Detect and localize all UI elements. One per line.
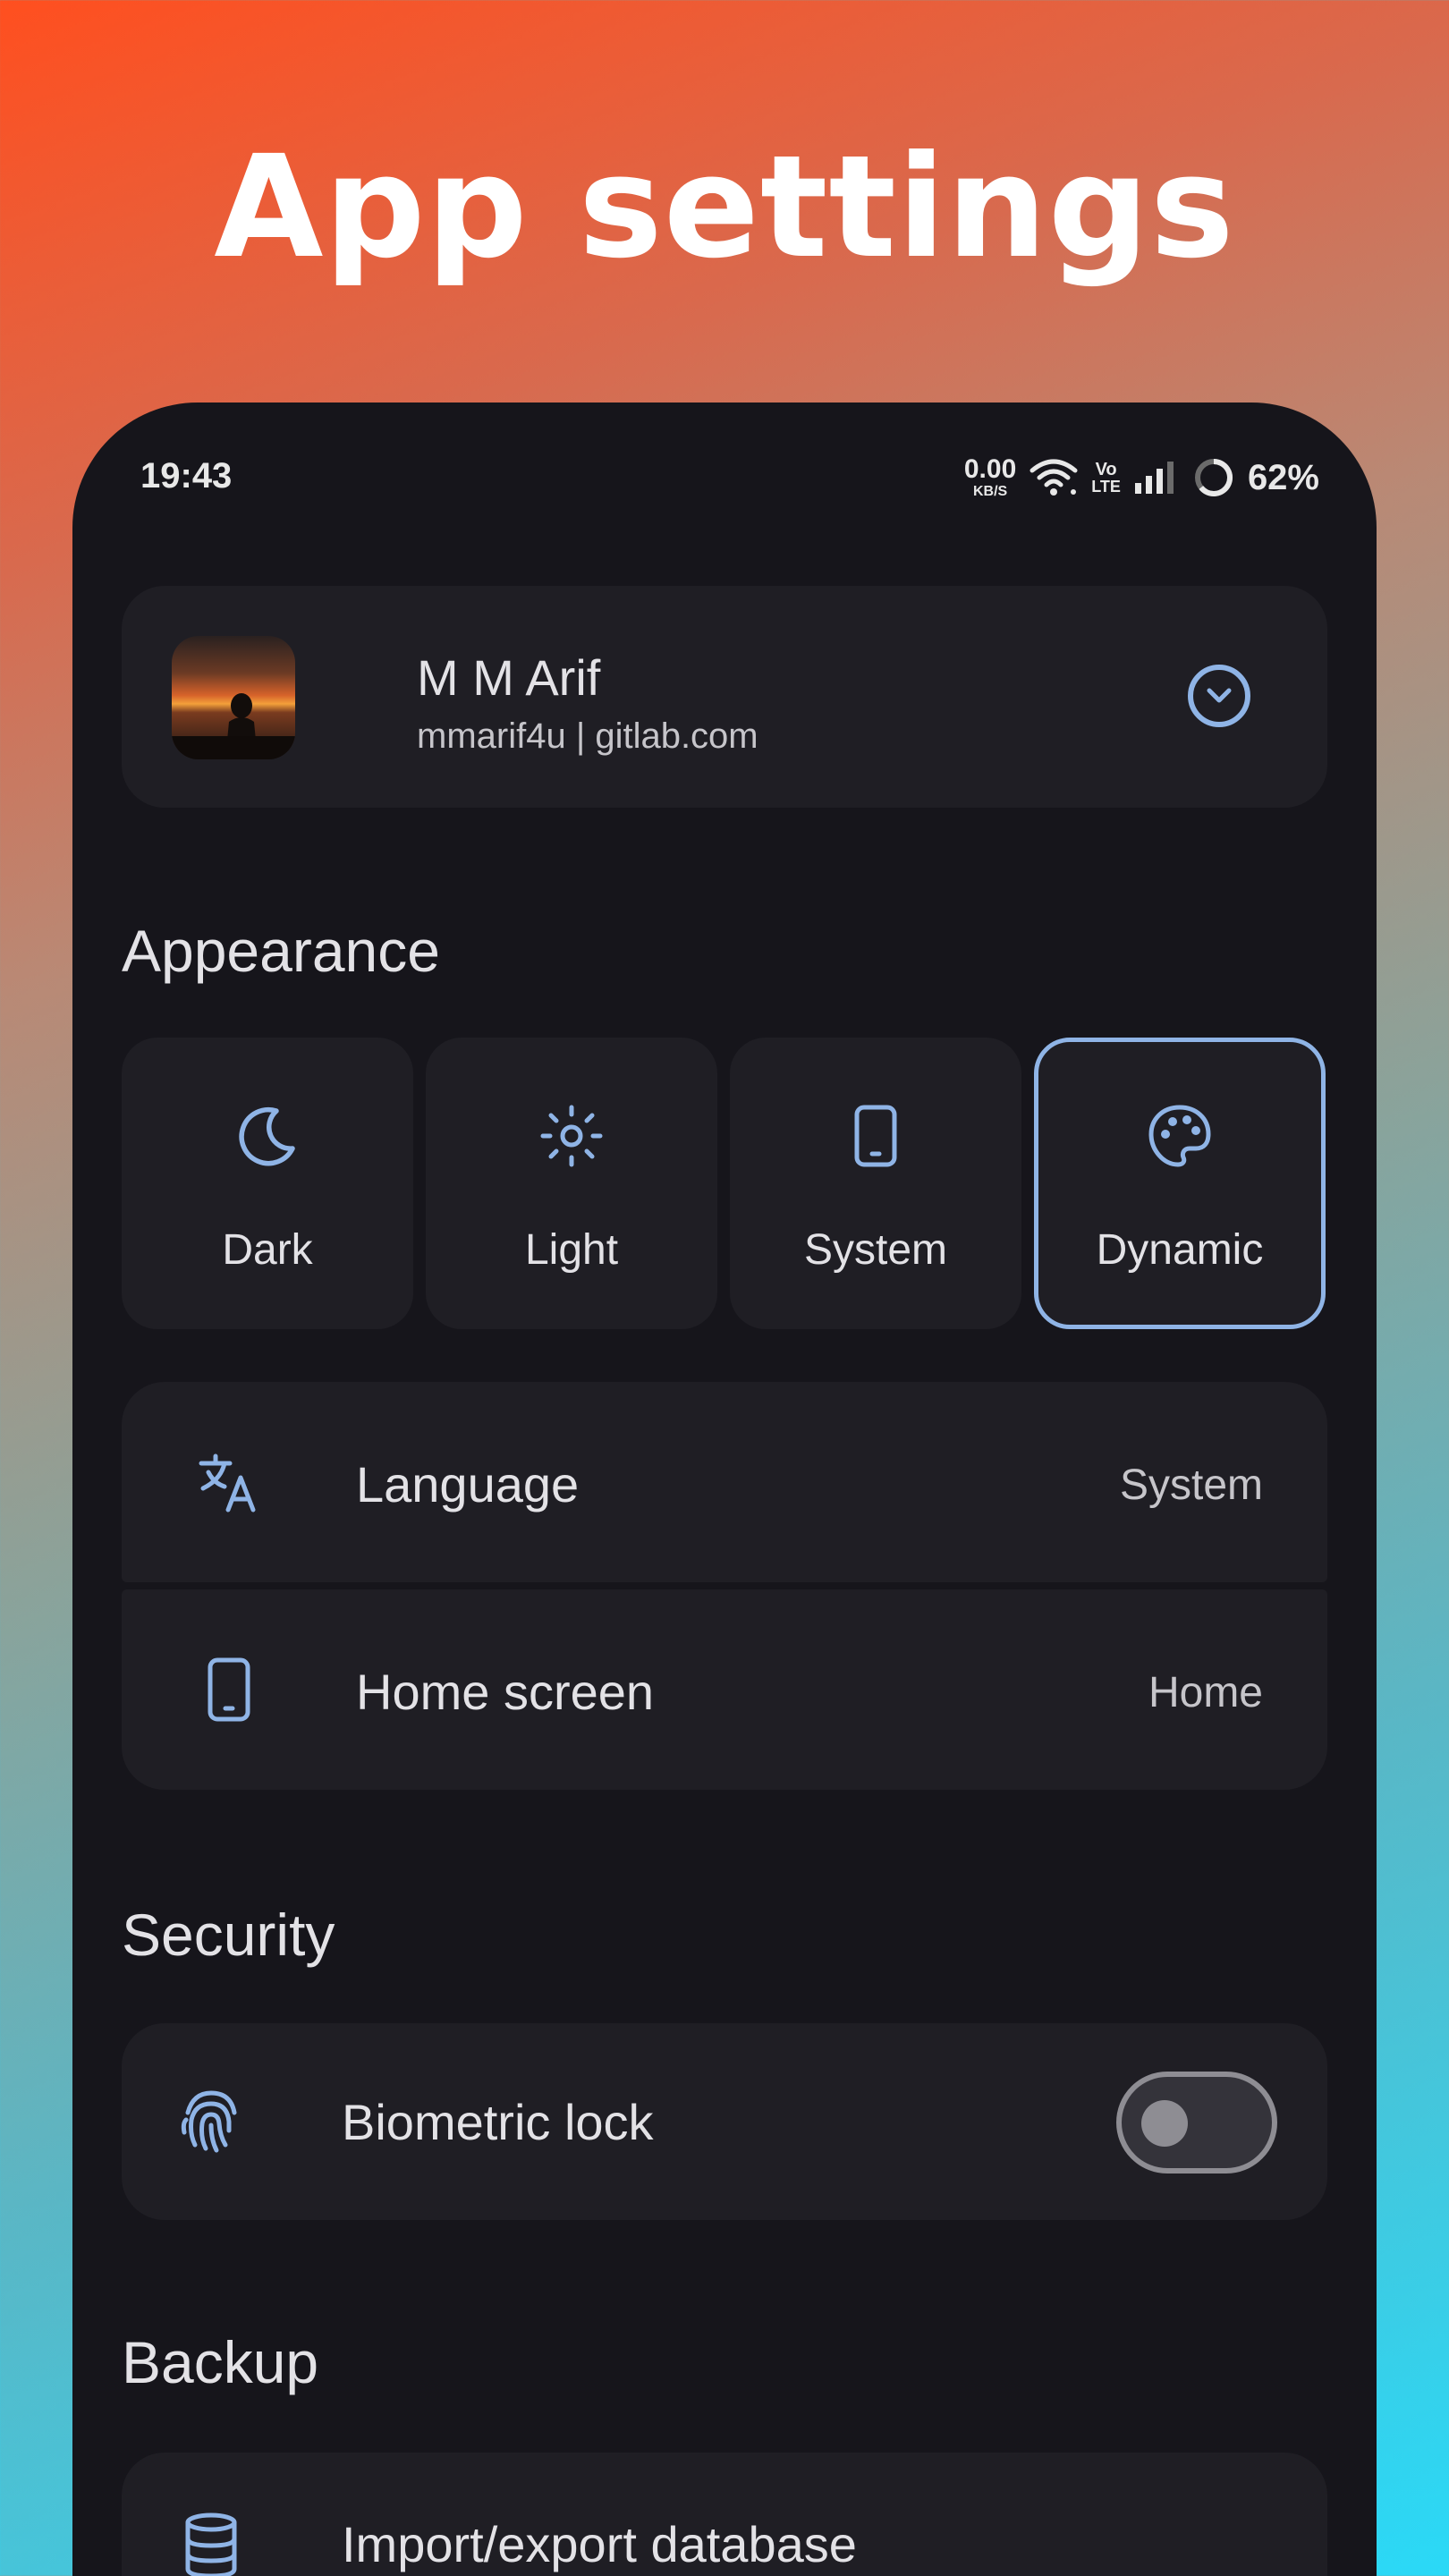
section-title-appearance: Appearance <box>122 918 440 984</box>
palette-icon <box>1148 1102 1212 1170</box>
theme-label-dark: Dark <box>222 1226 313 1274</box>
home-screen-setting[interactable]: Home screen Home <box>122 1589 1327 1790</box>
biometric-lock-toggle[interactable] <box>1116 2072 1277 2174</box>
network-speed-unit: KB/S <box>972 484 1008 499</box>
volte-indicator: Vo LTE <box>1091 461 1121 495</box>
network-speed: 0.00 KB/S <box>964 456 1016 499</box>
translate-icon <box>193 1445 265 1520</box>
volte-top: Vo <box>1095 460 1117 479</box>
database-icon <box>175 2508 247 2576</box>
home-screen-label: Home screen <box>356 1664 655 1720</box>
toggle-knob <box>1141 2100 1188 2147</box>
moon-icon <box>235 1102 300 1170</box>
theme-label-system: System <box>803 1226 948 1274</box>
status-icons: 0.00 KB/S Vo LTE 62% <box>964 453 1319 503</box>
account-subtitle: mmarif4u | gitlab.com <box>417 716 758 756</box>
volte-bottom: LTE <box>1091 478 1121 496</box>
network-speed-value: 0.00 <box>963 454 1017 484</box>
section-title-security: Security <box>122 1902 335 1968</box>
fingerprint-icon <box>175 2082 247 2157</box>
battery-ring-icon <box>1192 456 1235 499</box>
theme-option-light[interactable]: Light <box>426 1038 717 1329</box>
language-label: Language <box>356 1456 580 1513</box>
phone-screen: 19:43 0.00 KB/S Vo LTE 62% M M Arif mmar… <box>72 402 1377 2576</box>
biometric-lock-setting[interactable]: Biometric lock <box>122 2023 1327 2220</box>
account-name: M M Arif <box>417 649 601 706</box>
theme-option-system[interactable]: System <box>730 1038 1021 1329</box>
wifi-icon <box>1029 458 1079 497</box>
home-screen-value: Home <box>1148 1669 1263 1716</box>
theme-label-light: Light <box>524 1226 619 1274</box>
avatar <box>172 636 295 759</box>
theme-option-dark[interactable]: Dark <box>122 1038 413 1329</box>
language-setting[interactable]: Language System <box>122 1382 1327 1582</box>
phone-icon <box>852 1102 899 1170</box>
section-title-backup: Backup <box>122 2329 319 2395</box>
status-bar: 19:43 0.00 KB/S Vo LTE 62% <box>72 402 1377 555</box>
import-export-database-label: Import/export database <box>342 2516 857 2572</box>
chevron-down-icon[interactable] <box>1188 665 1250 727</box>
status-time: 19:43 <box>140 456 233 496</box>
promo-title: App settings <box>214 125 1235 290</box>
account-card[interactable]: M M Arif mmarif4u | gitlab.com <box>122 586 1327 808</box>
theme-label-dynamic: Dynamic <box>1096 1226 1264 1274</box>
theme-option-dynamic[interactable]: Dynamic <box>1034 1038 1326 1329</box>
phone-icon <box>193 1652 265 1727</box>
language-value: System <box>1119 1462 1263 1509</box>
import-export-database-setting[interactable]: Import/export database <box>122 2453 1327 2576</box>
signal-icon <box>1133 460 1180 496</box>
sun-icon <box>539 1102 604 1170</box>
biometric-lock-label: Biometric lock <box>342 2094 654 2150</box>
battery-percent: 62% <box>1247 457 1319 497</box>
